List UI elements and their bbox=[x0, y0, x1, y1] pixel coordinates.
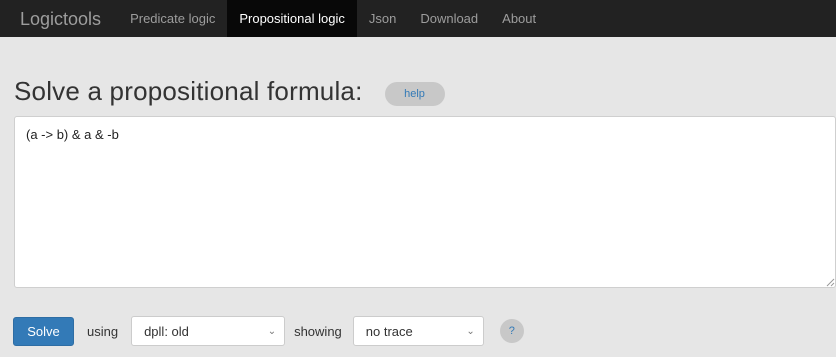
nav-item-json[interactable]: Json bbox=[357, 0, 408, 37]
brand-logo[interactable]: Logictools bbox=[0, 0, 118, 37]
chevron-down-icon: ⌄ bbox=[466, 325, 475, 337]
solver-select[interactable]: dpll: old ⌄ bbox=[131, 316, 286, 346]
showing-label: showing bbox=[294, 323, 342, 339]
nav-item-download[interactable]: Download bbox=[408, 0, 490, 37]
resize-grip-icon[interactable] bbox=[826, 278, 835, 287]
heading-row: Solve a propositional formula: help bbox=[14, 76, 445, 107]
nav-item-propositional-logic[interactable]: Propositional logic bbox=[227, 0, 357, 37]
help-button[interactable]: help bbox=[384, 81, 445, 106]
chevron-down-icon: ⌄ bbox=[267, 325, 277, 337]
trace-select-value: no trace bbox=[365, 323, 413, 339]
solver-controls: Solve using dpll: old ⌄ showing no trace… bbox=[13, 316, 524, 346]
using-label: using bbox=[87, 323, 119, 339]
nav-item-predicate-logic[interactable]: Predicate logic bbox=[118, 0, 227, 37]
page-title: Solve a propositional formula: bbox=[14, 76, 363, 106]
solver-select-value: dpll: old bbox=[144, 323, 189, 339]
top-navbar: Logictools Predicate logic Propositional… bbox=[0, 0, 836, 37]
trace-select[interactable]: no trace ⌄ bbox=[352, 316, 484, 346]
formula-input[interactable]: (a -> b) & a & -b bbox=[14, 116, 836, 288]
trace-help-button[interactable]: ? bbox=[499, 319, 524, 343]
nav-item-about[interactable]: About bbox=[490, 0, 548, 37]
solve-button[interactable]: Solve bbox=[13, 316, 74, 346]
